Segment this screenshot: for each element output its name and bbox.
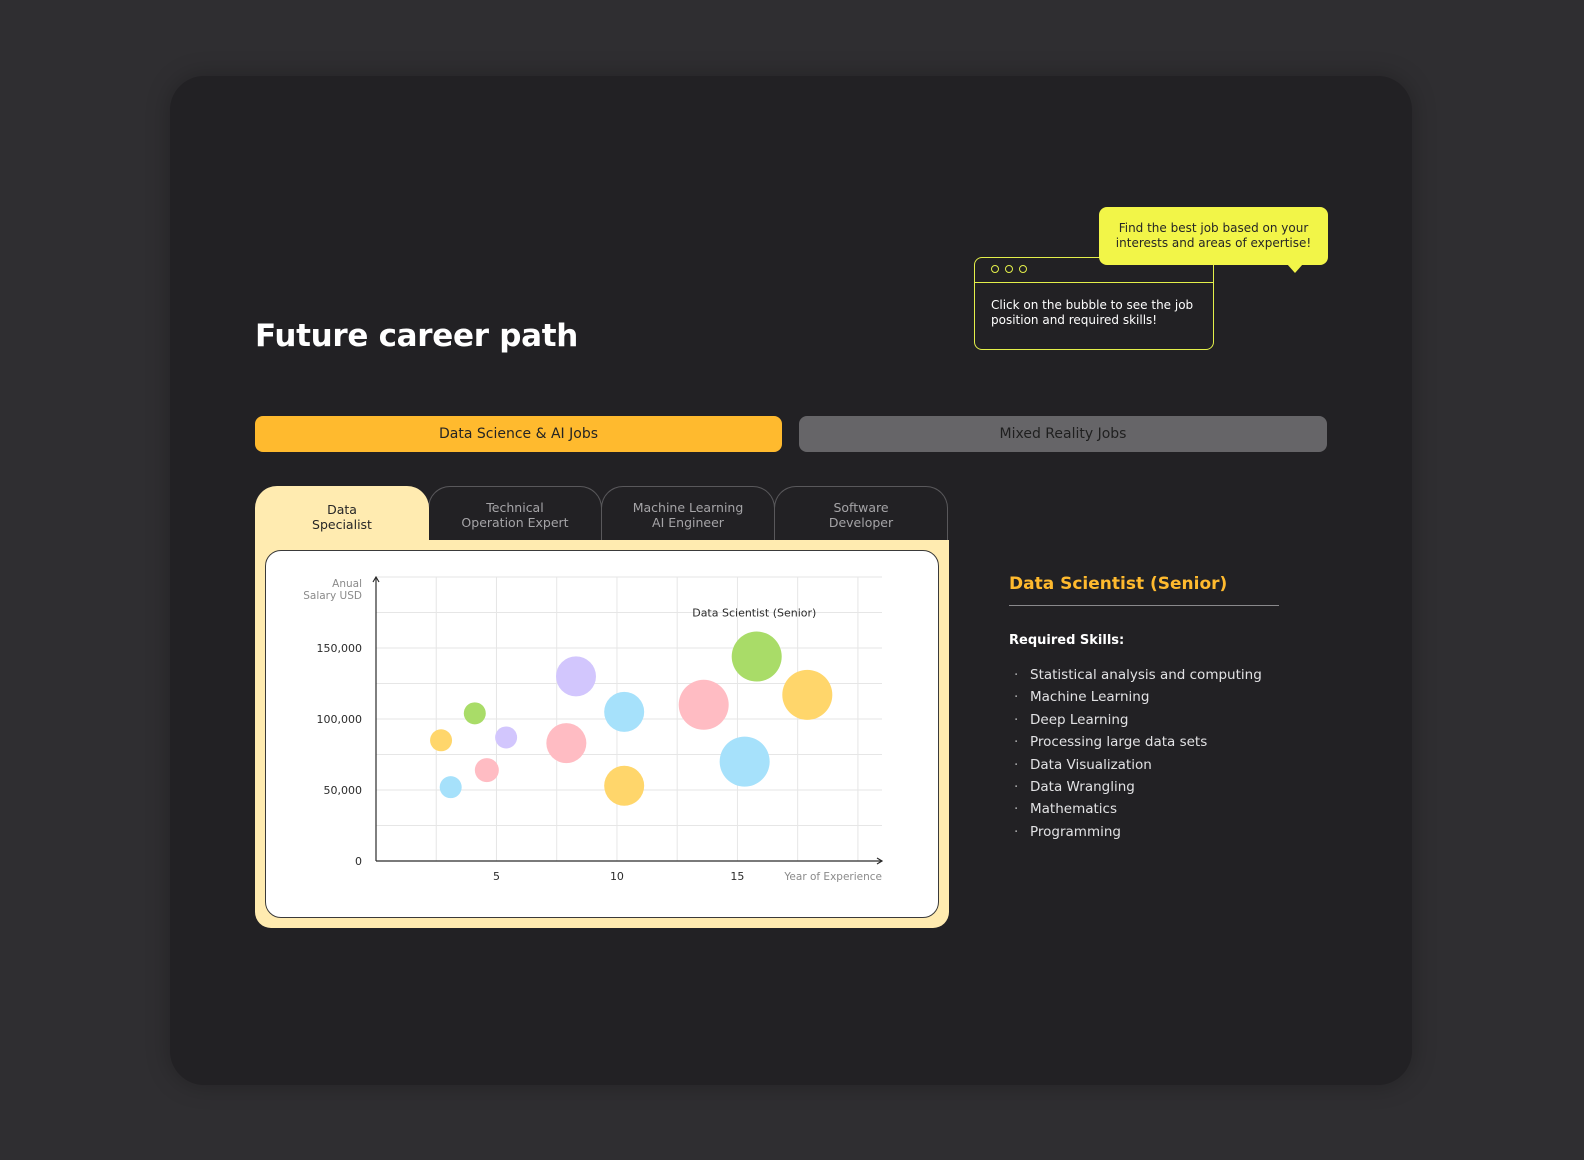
skill-item: · Deep Learning — [1014, 709, 1262, 731]
hint-bubble: Find the best job based on your interest… — [1099, 207, 1328, 265]
y-tick-label: 0 — [355, 855, 362, 868]
bullet-icon: · — [1014, 756, 1019, 773]
bullet-icon: · — [1014, 689, 1019, 706]
tab-technical-operation-expert[interactable]: Technical Operation Expert — [428, 486, 602, 542]
tab-label: Data Specialist — [312, 501, 372, 532]
tab-label: Data Science & AI Jobs — [439, 426, 598, 442]
data-bubble[interactable] — [430, 729, 453, 752]
tab-software-developer[interactable]: Software Developer — [774, 486, 948, 542]
tab-data-specialist[interactable]: Data Specialist — [255, 486, 429, 546]
y-axis-label: Anual Salary USD — [303, 578, 362, 602]
skill-text: Data Visualization — [1030, 756, 1152, 773]
bullet-icon: · — [1014, 667, 1019, 683]
data-bubble[interactable] — [439, 776, 462, 799]
bullet-icon: · — [1014, 734, 1019, 751]
tab-mixed-reality-jobs[interactable]: Mixed Reality Jobs — [799, 416, 1327, 452]
bullet-icon: · — [1014, 801, 1019, 818]
window-dot-icon — [1005, 265, 1013, 273]
tab-machine-learning-ai-engineer[interactable]: Machine Learning AI Engineer — [601, 486, 775, 542]
tab-label: Mixed Reality Jobs — [999, 426, 1127, 442]
skill-text: Programming — [1030, 823, 1121, 840]
y-tick-label: 100,000 — [317, 713, 363, 726]
bullet-icon: · — [1014, 823, 1019, 840]
divider — [1009, 605, 1279, 606]
hint-bubble-text: Find the best job based on your interest… — [1115, 221, 1312, 250]
skills-list: · Statistical analysis and computing · Mach… — [1014, 664, 1262, 843]
skill-text: Deep Learning — [1030, 711, 1129, 728]
data-bubble[interactable] — [555, 656, 596, 697]
skill-item: · Data Visualization — [1014, 754, 1262, 776]
bullet-icon: · — [1014, 778, 1019, 795]
skill-text: Data Wrangling — [1030, 778, 1135, 795]
bubble-annotation: Data Scientist (Senior) — [692, 607, 816, 620]
skills-heading: Required Skills: — [1009, 633, 1125, 648]
y-tick-label: 50,000 — [324, 784, 363, 797]
window-dot-icon — [991, 265, 999, 273]
data-bubble[interactable] — [678, 679, 729, 730]
data-bubble[interactable] — [604, 691, 645, 732]
skill-text: Mathematics — [1030, 801, 1117, 818]
tab-label: Technical Operation Expert — [461, 499, 569, 530]
tab-data-science-ai-jobs[interactable]: Data Science & AI Jobs — [255, 416, 782, 452]
x-tick-label: 5 — [493, 870, 500, 883]
window-dot-icon — [1019, 265, 1027, 273]
data-bubble[interactable] — [782, 669, 833, 720]
chart-panel-body: 0 50,000 100,000 150,000 5 10 15 Year of Experi… — [255, 540, 949, 928]
x-tick-label: 15 — [730, 870, 744, 883]
skill-item: · Mathematics — [1014, 798, 1262, 820]
bubble-chart-svg: 0 50,000 100,000 150,000 5 10 15 Year of Experi… — [303, 575, 884, 883]
data-bubble[interactable] — [719, 736, 770, 787]
data-bubble[interactable] — [495, 726, 518, 749]
x-tick-label: 10 — [610, 870, 624, 883]
page-title: Future career path — [255, 318, 579, 354]
data-bubble[interactable] — [463, 702, 486, 725]
hint-bubble-tail — [1287, 264, 1303, 273]
skill-item: · Processing large data sets — [1014, 731, 1262, 753]
skill-item: · Data Wrangling — [1014, 776, 1262, 798]
bubble-chart: 0 50,000 100,000 150,000 5 10 15 Year of Experi… — [265, 550, 939, 918]
data-bubble[interactable] — [731, 631, 782, 682]
tab-label: Machine Learning AI Engineer — [632, 499, 744, 530]
skill-item: · Statistical analysis and computing — [1014, 664, 1262, 686]
skill-text: Processing large data sets — [1030, 734, 1208, 751]
data-bubble[interactable] — [604, 765, 645, 806]
chart-panel: Data Specialist Technical Operation Expe… — [255, 486, 949, 928]
tab-label: Software Developer — [828, 499, 894, 530]
data-bubble[interactable] — [474, 758, 499, 783]
job-title: Data Scientist (Senior) — [1009, 574, 1228, 594]
skill-item: · Machine Learning — [1014, 686, 1262, 708]
data-bubble[interactable] — [546, 723, 587, 764]
hint-window-text: Click on the bubble to see the job posit… — [991, 298, 1194, 327]
y-tick-label: 150,000 — [317, 642, 363, 655]
x-axis-label: Year of Experience — [783, 871, 882, 883]
skill-text: Statistical analysis and computing — [1030, 667, 1262, 683]
hint-window: Click on the bubble to see the job posit… — [974, 257, 1214, 350]
skill-item: · Programming — [1014, 821, 1262, 843]
bullet-icon: · — [1014, 711, 1019, 728]
skill-text: Machine Learning — [1030, 689, 1150, 706]
